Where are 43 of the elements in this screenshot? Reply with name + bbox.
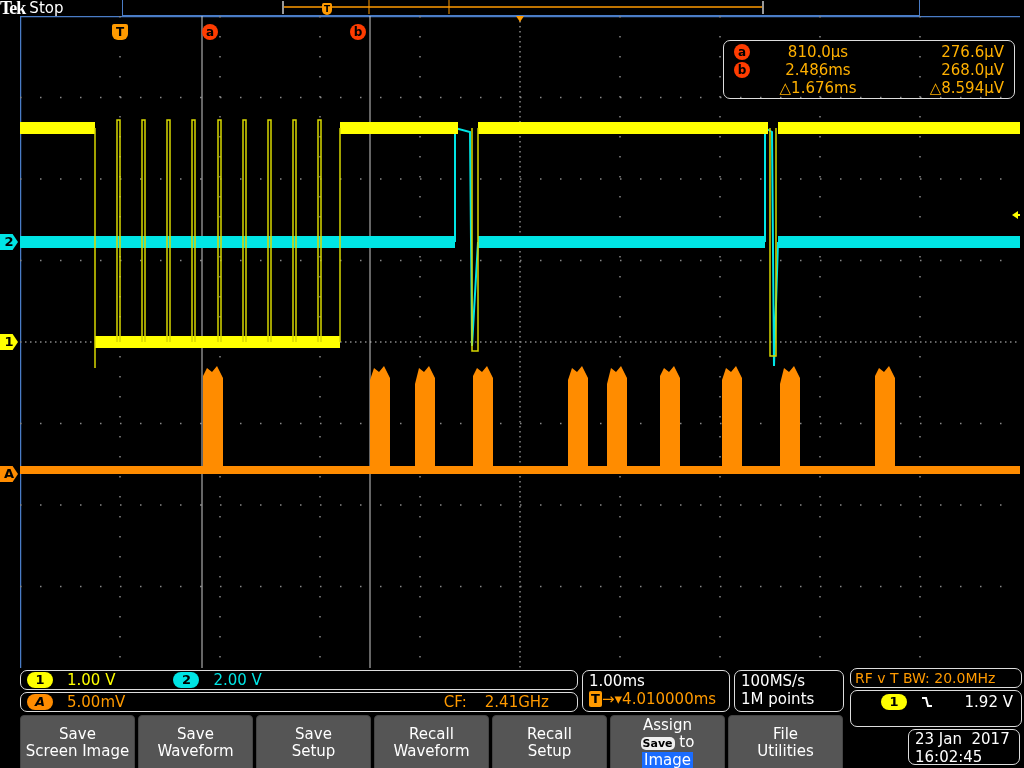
trigger-level-icon [1012, 211, 1020, 219]
center-frequency-value: 2.41GHz [484, 693, 549, 711]
channel-scale: 1.00 V [67, 671, 116, 689]
falling-edge-icon [921, 696, 933, 708]
channel-badge: 2 [173, 672, 200, 688]
menu-button[interactable]: Save Screen Image [20, 715, 135, 768]
cursor-value: △8.594µV [928, 79, 1004, 97]
trigger-level: 1.92 V [964, 693, 1013, 711]
menu-button[interactable]: Recall Waveform [374, 715, 489, 768]
channel-marker: 1 [0, 334, 18, 350]
date-text: 23 Jan 2017 [915, 730, 1011, 748]
rf-bandwidth-status: RF v T BW: 20.0MHz [850, 668, 1022, 688]
cursor-line[interactable] [369, 16, 371, 668]
trigger-position-icon [516, 16, 524, 22]
trigger-marker: T [112, 24, 128, 40]
trigger-marker: T [322, 3, 332, 15]
channel-scale: 2.00 V [213, 671, 262, 689]
menu-button[interactable]: Save Setup [256, 715, 371, 768]
channel-marker: 2 [0, 234, 18, 250]
trigger-position: →▾4.010000ms [602, 690, 717, 708]
sample-rate: 100MS/s [741, 672, 806, 690]
cursor-line[interactable] [201, 16, 203, 668]
rf-scale: 5.00mV [67, 693, 126, 711]
center-frequency-label: CF: [443, 693, 467, 711]
horizontal-scale: 1.00ms [589, 672, 646, 690]
menu-button[interactable]: File Utilities [728, 715, 843, 768]
channel-badge: 1 [881, 694, 907, 710]
channel-marker: A [0, 466, 18, 482]
menu-button[interactable]: Recall Setup [492, 715, 607, 768]
channel-badge: 1 [27, 672, 53, 688]
channel-badge: A [27, 694, 53, 710]
trigger-marker: T [589, 691, 602, 707]
cursor-time: 810.0µs [786, 43, 850, 61]
record-length: 1M points [741, 690, 816, 708]
menu-button[interactable]: Assign Save to Image [610, 715, 725, 768]
cursor-time: △1.676ms [778, 79, 858, 97]
run-state: Stop [29, 0, 64, 16]
brand-logo: Tek [0, 0, 26, 16]
cursor-time: 2.486ms [784, 61, 852, 79]
cursor-value: 268.0µV [940, 61, 1004, 79]
cursor-value: 276.6µV [940, 43, 1004, 61]
time-text: 16:02:45 [915, 748, 984, 766]
menu-button[interactable]: Save Waveform [138, 715, 253, 768]
